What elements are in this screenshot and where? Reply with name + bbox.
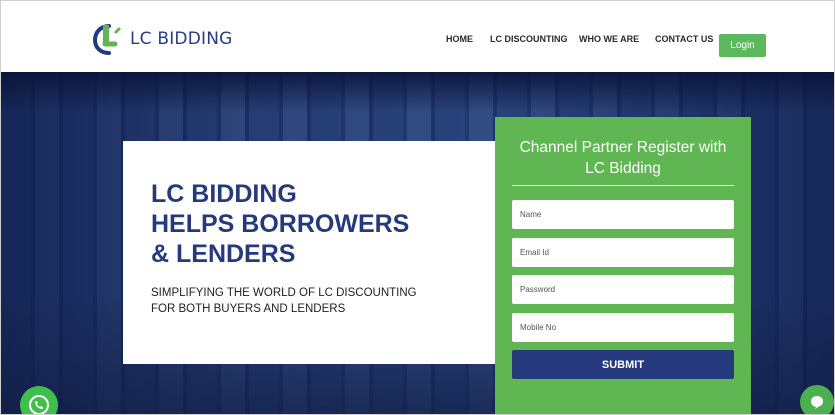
site-header: LC BIDDING HOME LC DISCOUNTING WHO WE AR… [1,1,834,72]
main-nav: HOME LC DISCOUNTING WHO WE ARE CONTACT U… [1,31,834,51]
hero-card: LC BIDDING HELPS BORROWERS & LENDERS SIM… [123,141,495,364]
nav-who-we-are[interactable]: WHO WE ARE [579,34,639,44]
email-field[interactable]: Email Id [512,238,734,267]
register-form: Channel Partner Register with LC Bidding… [495,117,751,414]
chat-button[interactable] [800,385,834,414]
hero-subline: SIMPLIFYING THE WORLD OF LC DISCOUNTING … [151,285,417,317]
nav-lc-discounting[interactable]: LC DISCOUNTING [490,34,568,44]
hero-section: LC BIDDING HELPS BORROWERS & LENDERS SIM… [1,72,834,414]
headline-line-1: LC BIDDING [151,180,297,208]
hero-ceiling-shade [1,72,834,112]
headline-line-2: HELPS BORROWERS [151,210,410,238]
password-field[interactable]: Password [512,275,734,304]
headline-line-3: & LENDERS [151,240,296,268]
nav-home[interactable]: HOME [446,34,473,44]
mobile-field[interactable]: Mobile No [512,313,734,342]
nav-contact-us[interactable]: CONTACT US [655,34,713,44]
whatsapp-icon [29,395,49,414]
name-field[interactable]: Name [512,200,734,229]
login-button[interactable]: Login [719,34,766,57]
hero-headline: LC BIDDING HELPS BORROWERS & LENDERS [151,179,409,269]
page-frame: LC BIDDING HOME LC DISCOUNTING WHO WE AR… [0,0,835,415]
form-title-line-2: LC Bidding [585,160,661,177]
form-title: Channel Partner Register with LC Bidding [495,137,751,179]
subline-line-2: FOR BOTH BUYERS AND LENDERS [151,303,346,315]
subline-line-1: SIMPLIFYING THE WORLD OF LC DISCOUNTING [151,287,417,299]
form-title-line-1: Channel Partner Register with [519,139,727,156]
chat-icon [811,396,823,409]
form-divider [512,185,734,186]
submit-button[interactable]: SUBMIT [512,350,734,379]
